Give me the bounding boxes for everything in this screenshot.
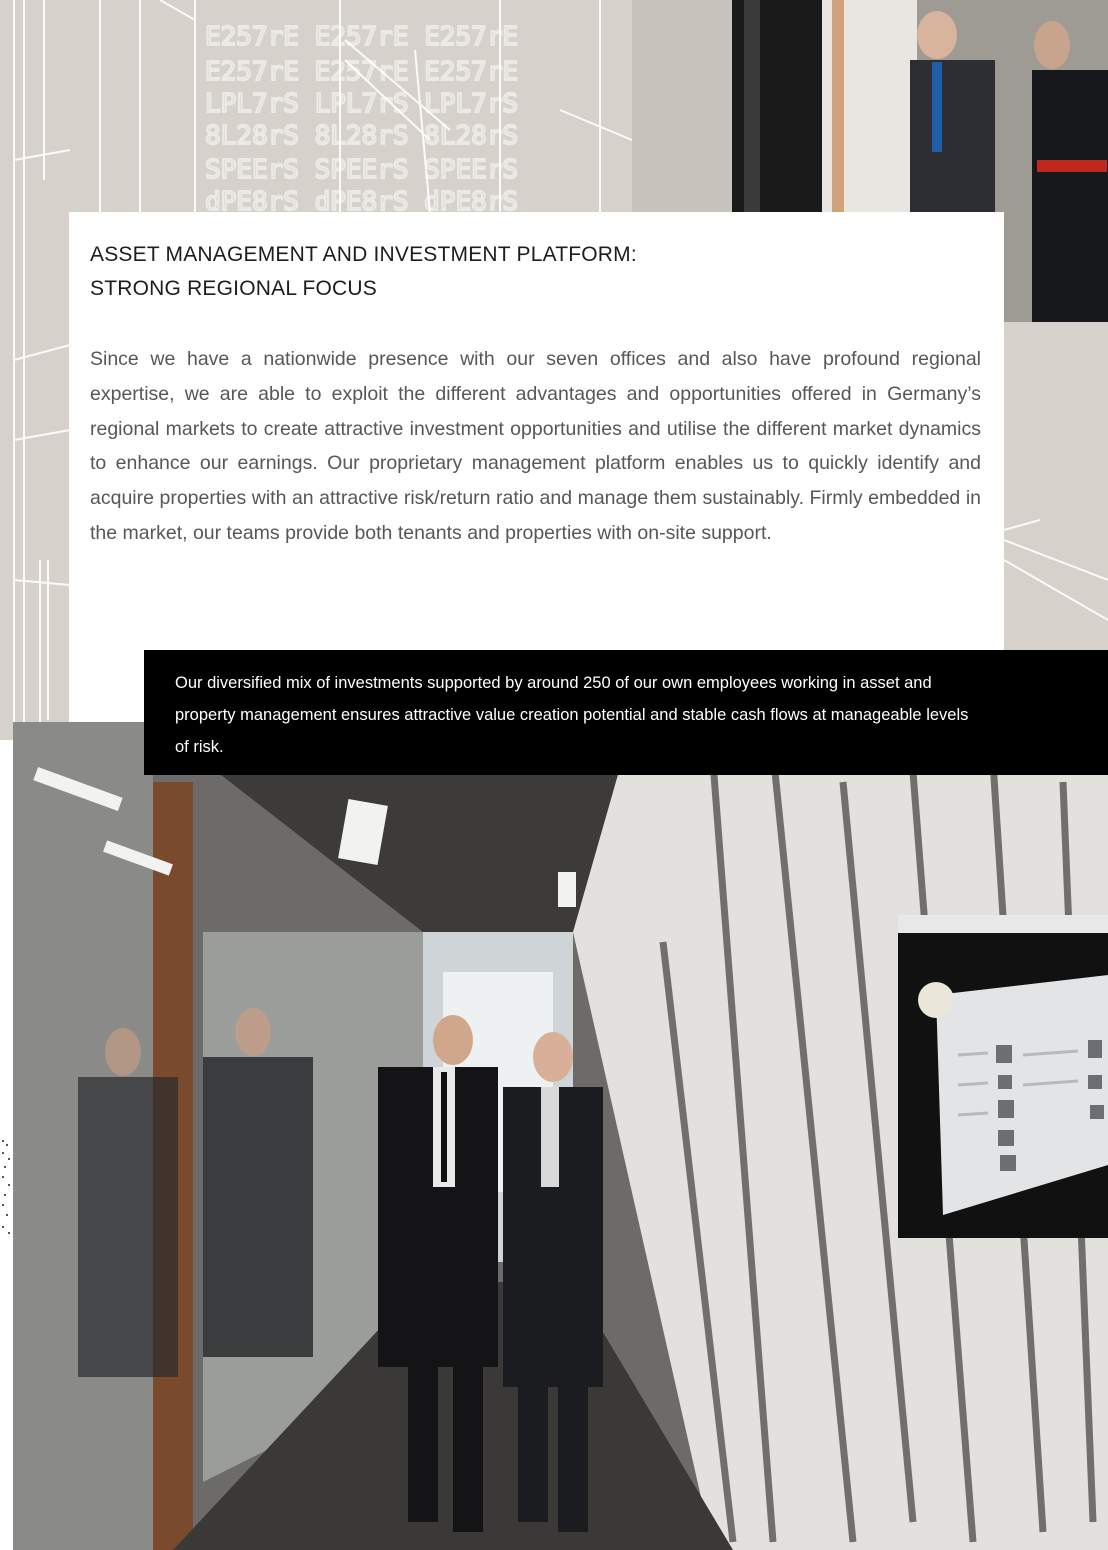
section-heading: ASSET MANAGEMENT AND INVESTMENT PLATFORM… (90, 238, 790, 306)
quote-text: Our diversified mix of investments suppo… (175, 674, 969, 756)
left-edge-dot-pattern (2, 1140, 10, 1234)
svg-text:8L28rS 8L28rS 8L28rS: 8L28rS 8L28rS 8L28rS (205, 121, 518, 151)
svg-text:E257rE E257rE E257rE: E257rE E257rE E257rE (205, 22, 518, 52)
section-heading-line-2: STRONG REGIONAL FOCUS (90, 277, 377, 300)
section-body-text: Since we have a nationwide presence with… (90, 348, 981, 544)
svg-text:E257rE E257rE E257rE: E257rE E257rE E257rE (205, 57, 518, 87)
photo-pinned-documents (898, 915, 1108, 1238)
svg-text:SPEErS SPEErS SPEErS: SPEErS SPEErS SPEErS (205, 155, 518, 185)
section-heading-line-1: ASSET MANAGEMENT AND INVESTMENT PLATFORM… (90, 243, 637, 266)
svg-text:LPL7rS LPL7rS LPL7rS: LPL7rS LPL7rS LPL7rS (205, 89, 518, 119)
